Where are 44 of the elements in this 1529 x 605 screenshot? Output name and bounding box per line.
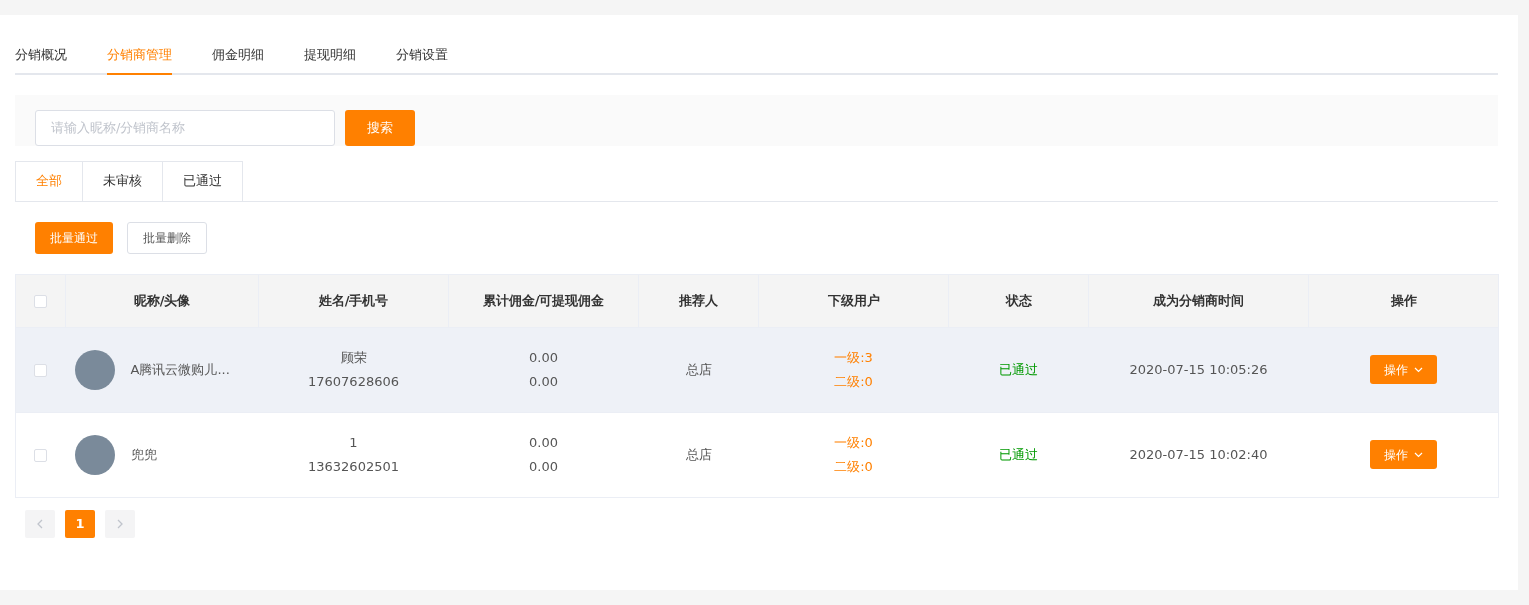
column-header: 下级用户: [827, 292, 880, 308]
table-cell-text: 17607628606: [308, 372, 399, 391]
nickname: 兜兜: [130, 445, 157, 464]
chevron-left-icon: [37, 518, 43, 529]
table-cell-text: 1: [349, 434, 358, 452]
table-cell-text: 0.00: [529, 434, 558, 452]
column-header: 成为分销商时间: [1153, 292, 1244, 308]
date-time: 2020-07-15 10:05:26: [1129, 361, 1268, 377]
chevron-right-icon: [117, 518, 123, 529]
table-cell-text: 13632602501: [308, 457, 399, 476]
nav-tab[interactable]: 提现明细: [304, 45, 356, 75]
status-text: 已通过: [999, 446, 1038, 462]
nav-tab[interactable]: 分销设置: [396, 45, 448, 75]
column-header: 操作: [1390, 292, 1417, 308]
nav-tab[interactable]: 佣金明细: [212, 45, 264, 75]
nav-tab[interactable]: 分销概况: [15, 45, 67, 75]
column-header: 昵称/头像: [133, 292, 191, 308]
table-cell-text: 二级:0: [834, 457, 873, 476]
referrer: 总店: [685, 446, 712, 462]
chevron-down-icon: [1413, 451, 1423, 458]
nickname: A腾讯云微购儿...: [130, 360, 230, 379]
chevron-down-icon: [1413, 366, 1423, 373]
status-text: 已通过: [999, 361, 1038, 377]
table-cell-text: 0.00: [529, 349, 558, 367]
table-cell-text: 0.00: [529, 372, 558, 391]
avatar-placeholder: [74, 349, 115, 390]
search-field[interactable]: 请输入昵称/分销商名称: [35, 109, 335, 146]
column-header: 推荐人: [679, 292, 718, 308]
column-header: 姓名/手机号: [318, 292, 389, 308]
select-all-checkbox[interactable]: [34, 294, 47, 308]
table-cell-text: 0.00: [529, 457, 558, 476]
date-time: 2020-07-15 10:02:40: [1129, 446, 1268, 462]
column-header: 状态: [1005, 292, 1032, 308]
row-checkbox[interactable]: [34, 448, 48, 462]
table-cell-text: 顾荣: [340, 349, 367, 367]
table-cell-text: 二级:0: [834, 372, 873, 391]
filter-tab[interactable]: 已通过: [162, 160, 243, 201]
referrer: 总店: [685, 361, 712, 377]
row-checkbox[interactable]: [34, 363, 48, 377]
table-cell-text: 一级:0: [834, 434, 873, 452]
delete-button[interactable]: 批量删除: [127, 221, 207, 254]
avatar-placeholder: [74, 434, 115, 475]
column-header: 累计佣金/可提现佣金: [482, 292, 605, 308]
table-cell-text: 一级:3: [834, 349, 873, 367]
